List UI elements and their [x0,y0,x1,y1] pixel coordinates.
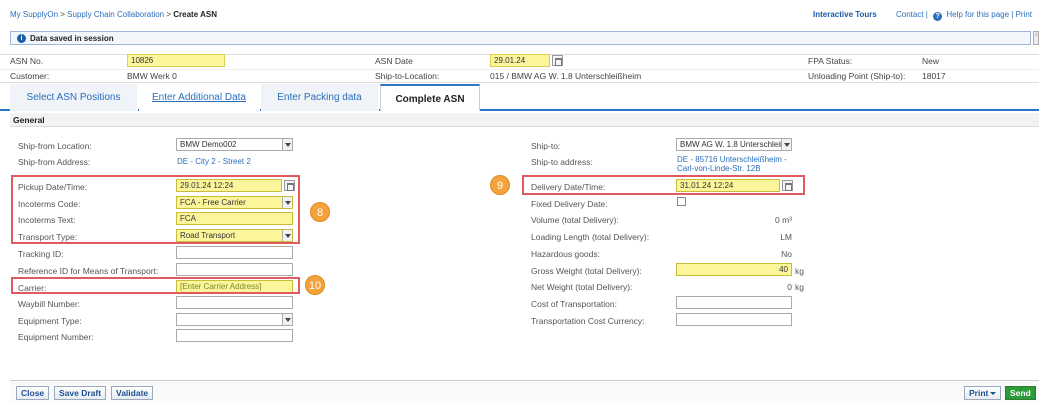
highlight-delivery-date [522,175,805,195]
section-title: General [13,115,45,125]
print-dropdown-button[interactable]: Print [964,386,1002,400]
asn-date-field[interactable]: 29.01.24 [490,54,550,67]
breadcrumb: My SupplyOn > Supply Chain Collaboration… [10,10,217,19]
volume-value: 0 m³ [775,215,792,225]
customer-label: Customer: [10,71,50,81]
equipment-number-label: Equipment Number: [18,332,94,342]
contact-link[interactable]: Contact | [896,10,928,19]
action-footer: Close Save Draft Validate Print Send [10,380,1039,403]
waybill-number-field[interactable] [176,296,293,309]
chevron-down-icon [282,139,292,150]
ship-from-location-select[interactable]: BMW Demo002 [176,138,293,151]
annotation-badge-8: 8 [310,202,330,222]
ship-from-location-label: Ship-from Location: [18,141,92,151]
calendar-icon[interactable] [552,55,563,66]
annotation-badge-9: 9 [490,175,510,195]
unloading-point-label: Unloading Point (Ship-to): [808,71,906,81]
ship-to-select[interactable]: BMW AG W. 1.8 Unterschleiß [676,138,792,151]
session-message-bar: i Data saved in session [10,31,1031,45]
ship-to-address-line2[interactable]: Carl-von-Linde-Str. 12B [677,164,761,173]
print-button-label: Print [969,388,989,398]
reference-id-label: Reference ID for Means of Transport: [18,266,159,276]
top-bar: My SupplyOn > Supply Chain Collaboration… [0,0,1039,28]
waybill-number-label: Waybill Number: [18,299,81,309]
gross-weight-unit: kg [795,266,804,276]
hazardous-goods-label: Hazardous goods: [531,249,600,259]
loading-length-label: Loading Length (total Delivery): [531,232,650,242]
net-weight-unit: kg [795,282,804,292]
scroll-icon[interactable]: ↕ [1033,31,1039,45]
chevron-down-icon [282,314,292,325]
tracking-id-field[interactable] [176,246,293,259]
net-weight-label: Net Weight (total Delivery): [531,282,633,292]
session-message-text: Data saved in session [30,34,114,43]
cost-currency-label: Transportation Cost Currency: [531,316,645,326]
reference-id-field[interactable] [176,263,293,276]
breadcrumb-separator: > [60,10,65,19]
annotation-badge-10: 10 [305,275,325,295]
equipment-type-select[interactable] [176,313,293,326]
fpa-status-label: FPA Status: [808,56,853,66]
fpa-status-value: New [922,56,940,66]
info-icon: i [17,34,26,43]
cost-of-transportation-field[interactable] [676,296,792,309]
gross-weight-field[interactable]: 40 [676,263,792,276]
help-icon[interactable]: ? [933,12,943,21]
net-weight-value: 0 [787,282,792,292]
equipment-number-field[interactable] [176,329,293,342]
ship-to-address-line1[interactable]: DE - 85716 Unterschleißheim - [677,155,787,164]
asn-no-label: ASN No. [10,56,44,66]
tab-complete-asn[interactable]: Complete ASN [380,84,480,111]
unloading-point-value: 18017 [922,71,946,81]
breadcrumb-scc[interactable]: Supply Chain Collaboration [67,10,164,19]
chevron-down-icon [781,139,791,150]
ship-to-label: Ship-to: [531,141,561,151]
tab-enter-additional-data[interactable]: Enter Additional Data [139,84,260,111]
customer-value: BMW Werk 0 [127,71,177,81]
ship-from-location-value: BMW Demo002 [180,140,237,149]
asn-date-label: ASN Date [375,56,413,66]
breadcrumb-current: Create ASN [173,10,217,19]
breadcrumb-separator: > [166,10,172,19]
top-links: Contact | ? Help for this page | Print [896,10,1032,21]
loading-length-value: LM [780,232,792,242]
tracking-id-label: Tracking ID: [18,249,64,259]
breadcrumb-my-supplyon[interactable]: My SupplyOn [10,10,58,19]
ship-to-value: BMW AG W. 1.8 Unterschleiß [680,140,785,149]
volume-label: Volume (total Delivery): [531,215,619,225]
close-button[interactable]: Close [16,386,50,400]
cost-currency-field[interactable] [676,313,792,326]
gross-weight-label: Gross Weight (total Delivery): [531,266,642,276]
ship-to-location-label: Ship-to-Location: [375,71,440,81]
help-link[interactable]: Help for this page [946,10,1009,19]
section-general: General [10,113,1039,127]
tab-select-asn-positions[interactable]: Select ASN Positions [10,84,138,111]
equipment-type-label: Equipment Type: [18,316,82,326]
send-button[interactable]: Send [1005,386,1036,400]
interactive-tours-link[interactable]: Interactive Tours [813,10,877,19]
asn-no-field[interactable]: 10826 [127,54,225,67]
highlight-carrier [11,277,300,294]
ship-to-location-value: 015 / BMW AG W. 1.8 Unterschleißheim [490,71,642,81]
ship-from-address-link[interactable]: DE - City 2 - Street 2 [177,157,251,166]
save-draft-button[interactable]: Save Draft [54,386,107,400]
tab-enter-packing-data[interactable]: Enter Packing data [261,84,379,111]
ship-to-address-label: Ship-to address: [531,157,593,167]
validate-button[interactable]: Validate [111,386,154,400]
chevron-down-icon [990,392,997,395]
hazardous-goods-value: No [781,249,792,259]
ship-from-address-label: Ship-from Address: [18,157,91,167]
highlight-pickup-incoterms [11,175,300,244]
print-link[interactable]: | Print [1011,10,1032,19]
fixed-delivery-label: Fixed Delivery Date: [531,199,608,209]
cost-of-transportation-label: Cost of Transportation: [531,299,617,309]
fixed-delivery-checkbox[interactable] [677,197,686,206]
wizard-tabs: Select ASN Positions Enter Additional Da… [0,84,1039,111]
